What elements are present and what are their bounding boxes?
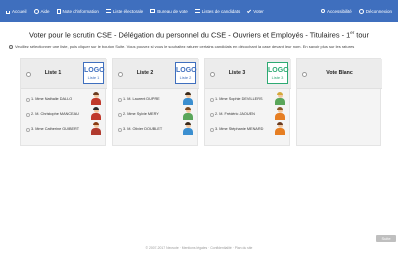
nav-help-label: Aide [40, 8, 50, 14]
check-icon [247, 8, 252, 13]
logo-title: LOGO [176, 67, 197, 74]
candidate-name: 1. Mme Nathalie DALLO [31, 97, 73, 101]
candidate-checkbox[interactable] [118, 113, 122, 117]
candidate-avatar-icon [183, 107, 193, 120]
candidate-name: 2. Mme Sylvie MERY [123, 112, 159, 116]
nav-lists[interactable]: Liste électorale [105, 8, 144, 14]
nav-vote-label: Voter [253, 8, 264, 14]
top-navigation-bar: Accueil Aide Note d'information Liste él… [0, 0, 398, 22]
nav-info-label: Note d'information [62, 8, 99, 14]
candidate-row[interactable]: 1. M. Laurent DUPRE [113, 92, 199, 107]
candidate-avatar-icon [91, 107, 101, 120]
ballot-box-icon [150, 9, 156, 13]
list-card-1[interactable]: Liste 1 LOGO Liste 1 1. Mme Nathalie DAL… [20, 58, 107, 146]
candidate-avatar-icon [275, 107, 285, 120]
nav-bureau[interactable]: Bureau de vote [150, 9, 188, 14]
candidate-row[interactable]: 3. Mme Catherine GUIBERT [21, 122, 107, 137]
candidate-checkbox[interactable] [118, 98, 122, 102]
nav-logout[interactable]: Déconnexion [358, 8, 392, 14]
candidate-name: 1. M. Laurent DUPRE [123, 97, 160, 101]
candidate-row[interactable]: 1. Mme Nathalie DALLO [21, 92, 107, 107]
nav-logout-label: Déconnexion [365, 8, 392, 14]
list-card-2[interactable]: Liste 2 LOGO Liste 2 1. M. Laurent DUPRE… [112, 58, 199, 146]
list-card-header: Vote Blanc [297, 59, 382, 89]
info-icon [9, 45, 13, 49]
nav-bureau-label: Bureau de vote [157, 8, 188, 14]
list-icon [105, 9, 111, 13]
logo-subtitle: Liste 2 [179, 75, 192, 80]
nav-accessibility[interactable]: Accessibilité [320, 8, 352, 14]
candidate-row[interactable]: 2. M. Christophe MANCEAU [21, 107, 107, 122]
list-name: Liste 1 [44, 70, 62, 76]
candidate-avatar-icon [91, 92, 101, 105]
nav-info[interactable]: Note d'information [56, 8, 99, 14]
candidate-row[interactable]: 3. Mme Stéphanie MENARD [205, 122, 291, 137]
candidate-name: 1. Mme Sophie DEVILLERS [215, 97, 263, 101]
candidate-row[interactable]: 3. M. Olivier DOUBLET [113, 122, 199, 137]
nav-home[interactable]: Accueil [6, 9, 27, 14]
list-name: Vote Blanc [326, 70, 353, 76]
logo-subtitle: Liste 3 [271, 75, 284, 80]
logo-title: LOGO [84, 67, 105, 74]
instructions-text: Veuillez sélectionner une liste, puis cl… [15, 44, 355, 49]
nav-lists-label: Liste électorale [112, 8, 144, 14]
candidate-row[interactable]: 2. Mme Sylvie MERY [113, 107, 199, 122]
candidates-icon [194, 9, 200, 13]
list-card-header: Liste 1 LOGO Liste 1 [21, 59, 107, 89]
list-logo: LOGO Liste 3 [267, 62, 289, 84]
candidate-list: 1. M. Laurent DUPRE 2. Mme Sylvie MERY 3… [113, 92, 199, 137]
candidate-checkbox[interactable] [26, 98, 30, 102]
candidate-avatar-icon [183, 92, 193, 105]
list-logo: LOGO Liste 2 [175, 62, 197, 84]
candidate-row[interactable]: 2. M. Frédéric JAOUEN [205, 107, 291, 122]
candidate-avatar-icon [275, 122, 285, 135]
candidate-list: 1. Mme Nathalie DALLO 2. M. Christophe M… [21, 92, 107, 137]
candidate-checkbox[interactable] [118, 128, 122, 132]
candidate-checkbox[interactable] [210, 128, 214, 132]
nav-help[interactable]: Aide [33, 8, 50, 14]
help-icon [33, 8, 39, 14]
candidate-checkbox[interactable] [26, 113, 30, 117]
list-card-header: Liste 3 LOGO Liste 3 [205, 59, 291, 89]
nav-home-label: Accueil [12, 8, 27, 14]
instructions: Veuillez sélectionner une liste, puis cl… [9, 44, 389, 49]
candidate-name: 2. M. Christophe MANCEAU [31, 112, 79, 116]
nav-candidates[interactable]: Listes de candidats [194, 8, 241, 14]
list-name: Liste 2 [136, 70, 154, 76]
candidate-name: 3. Mme Catherine GUIBERT [31, 127, 80, 131]
candidate-name: 3. M. Olivier DOUBLET [123, 127, 163, 131]
logo-title: LOGO [268, 67, 289, 74]
home-icon [6, 10, 10, 14]
candidate-list: 1. Mme Sophie DEVILLERS 2. M. Frédéric J… [205, 92, 291, 137]
candidate-avatar-icon [275, 92, 285, 105]
nav-right: Accessibilité Déconnexion [320, 8, 392, 14]
list-card-blank-vote[interactable]: Vote Blanc [296, 58, 382, 146]
candidate-row[interactable]: 1. Mme Sophie DEVILLERS [205, 92, 291, 107]
next-button[interactable]: Suite [376, 235, 396, 242]
page-title: Voter pour le scrutin CSE - Délégation d… [0, 30, 398, 39]
candidate-checkbox[interactable] [26, 128, 30, 132]
power-icon [358, 8, 364, 14]
nav-candidates-label: Listes de candidats [201, 8, 241, 14]
list-logo: LOGO Liste 1 [83, 62, 105, 84]
nav-accessibility-label: Accessibilité [326, 8, 352, 14]
page-title-end: tour [354, 30, 370, 40]
candidate-avatar-icon [183, 122, 193, 135]
list-name: Liste 3 [228, 70, 246, 76]
logo-subtitle: Liste 1 [87, 75, 100, 80]
footer: © 2007-2017 Neovote · Mentions légales ·… [145, 246, 253, 250]
candidate-avatar-icon [91, 122, 101, 135]
candidate-name: 3. Mme Stéphanie MENARD [215, 127, 264, 131]
accessibility-icon [320, 9, 325, 13]
candidate-checkbox[interactable] [210, 98, 214, 102]
candidate-checkbox[interactable] [210, 113, 214, 117]
lists-container: Liste 1 LOGO Liste 1 1. Mme Nathalie DAL… [20, 58, 382, 146]
nav-vote[interactable]: Voter [247, 8, 264, 14]
list-card-3[interactable]: Liste 3 LOGO Liste 3 1. Mme Sophie DEVIL… [204, 58, 291, 146]
page-title-main: Voter pour le scrutin CSE - Délégation d… [28, 30, 351, 40]
document-icon [56, 8, 61, 14]
nav-left: Accueil Aide Note d'information Liste él… [6, 8, 264, 14]
candidate-name: 2. M. Frédéric JAOUEN [215, 112, 255, 116]
list-card-header: Liste 2 LOGO Liste 2 [113, 59, 199, 89]
